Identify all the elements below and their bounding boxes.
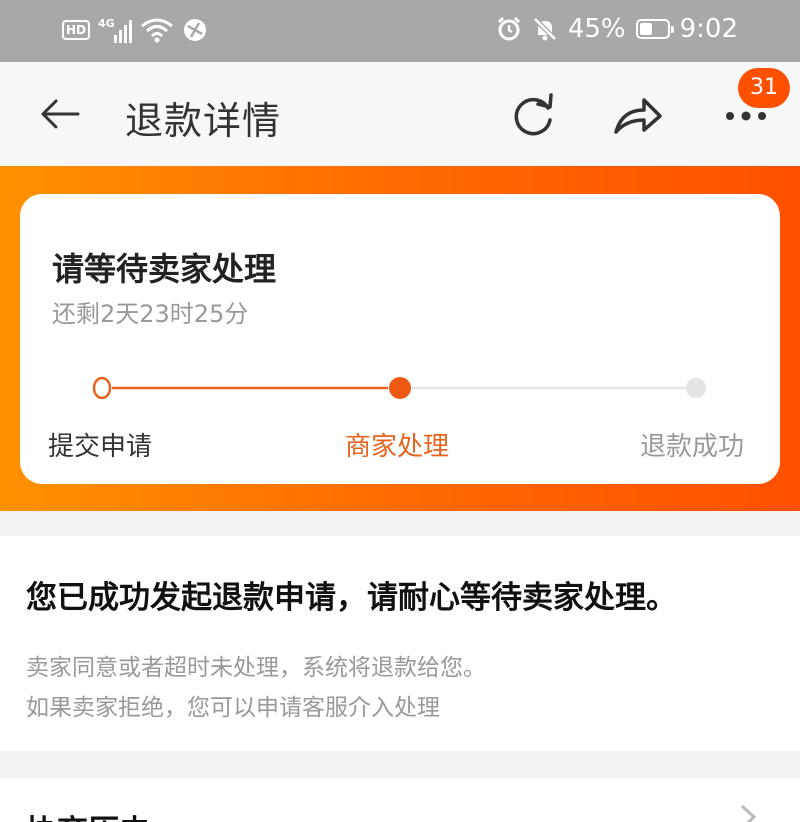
refresh-icon[interactable] [508,90,558,140]
notification-badge: 31 [738,68,790,108]
hotspot-icon [184,19,207,41]
step-label-refunded: 退款成功 [640,432,745,462]
cellular-signal-icon: 4G [98,17,133,43]
negotiation-history-row[interactable]: 协商历史 [0,778,800,822]
step-dot-merchant [389,377,411,399]
step-label-submitted: 提交申请 [48,432,153,462]
remaining-time: 还剩2天23时25分 [52,300,249,328]
more-icon[interactable] [722,106,770,126]
mute-bell-icon [533,17,557,41]
status-bar: HD 4G 45% 9:02 [0,0,800,62]
refund-status-card: 请等待卖家处理 还剩2天23时25分 提交申请 商家处理 退款成功 [20,194,780,484]
history-title: 协商历史 [26,806,150,822]
back-arrow-icon[interactable] [40,94,80,134]
wifi-icon [141,18,173,43]
message-detail-1: 卖家同意或者超时未处理，系统将退款给您。 [26,655,486,681]
hd-indicator: HD [62,20,91,40]
step-dot-refunded [686,378,706,398]
battery-percent: 45% [567,14,626,44]
step-dot-submitted [92,376,112,400]
clock: 9:02 [679,14,738,44]
step-label-merchant: 商家处理 [345,432,450,462]
status-left: HD 4G [62,16,208,44]
alarm-icon [497,16,520,41]
status-right: 45% 9:02 [496,14,738,44]
page-title: 退款详情 [125,99,282,143]
message-detail-2: 如果卖家拒绝，您可以申请客服介入处理 [26,695,440,721]
message-title: 您已成功发起退款申请，请耐心等待卖家处理。 [26,580,677,616]
battery-icon [635,19,674,39]
refund-message-section: 您已成功发起退款申请，请耐心等待卖家处理。 卖家同意或者超时未处理，系统将退款给… [0,536,800,751]
status-title: 请等待卖家处理 [52,250,277,288]
chevron-right-icon [740,804,757,822]
share-icon[interactable] [612,92,664,140]
refund-progress-tracker [92,376,706,400]
nav-bar: 退款详情 31 [0,62,800,166]
network-type: 4G [98,17,115,30]
